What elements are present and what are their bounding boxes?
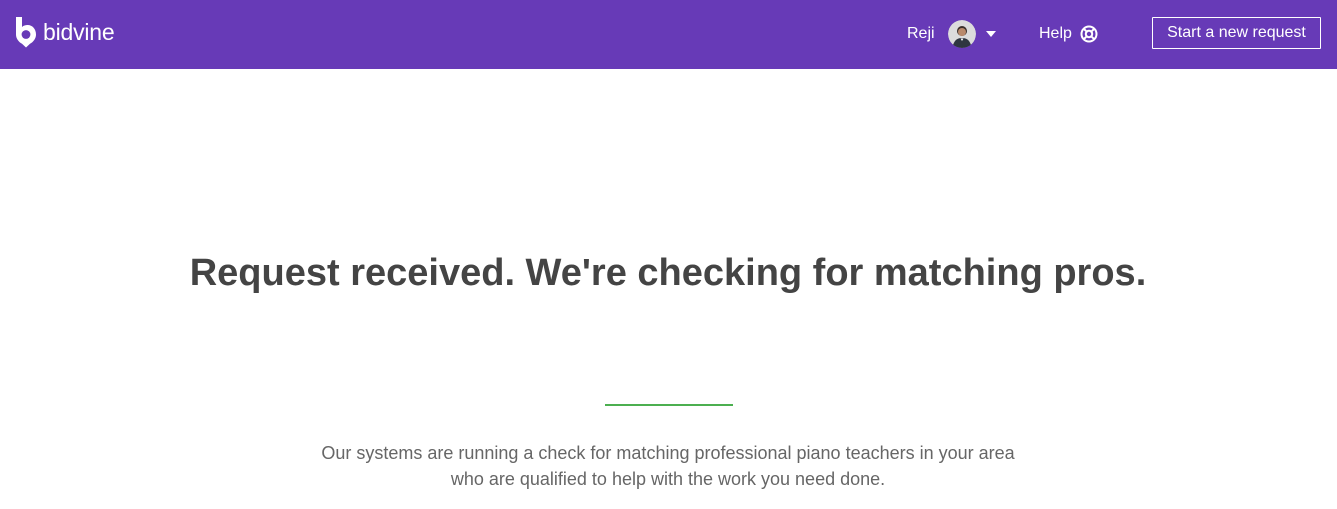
top-navigation-bar: bidvine Reji Help Start a new request [0, 0, 1337, 69]
start-new-request-button[interactable]: Start a new request [1152, 17, 1321, 49]
bidvine-logo-icon [16, 17, 36, 48]
caret-down-icon[interactable] [985, 31, 996, 37]
brand-name: bidvine [43, 19, 115, 45]
lifebuoy-icon [1080, 25, 1098, 43]
page-title: Request received. We're checking for mat… [189, 252, 1147, 294]
status-description: Our systems are running a check for matc… [321, 443, 1015, 489]
user-menu[interactable]: Reji [907, 19, 996, 49]
main-content: Request received. We're checking for mat… [0, 69, 1337, 509]
bidvine-logo-link[interactable]: bidvine [13, 15, 115, 49]
section-divider [605, 404, 733, 406]
user-name: Reji [907, 25, 935, 42]
help-label: Help [1039, 25, 1072, 42]
help-link[interactable]: Help [1039, 19, 1098, 49]
user-avatar[interactable] [947, 20, 976, 48]
